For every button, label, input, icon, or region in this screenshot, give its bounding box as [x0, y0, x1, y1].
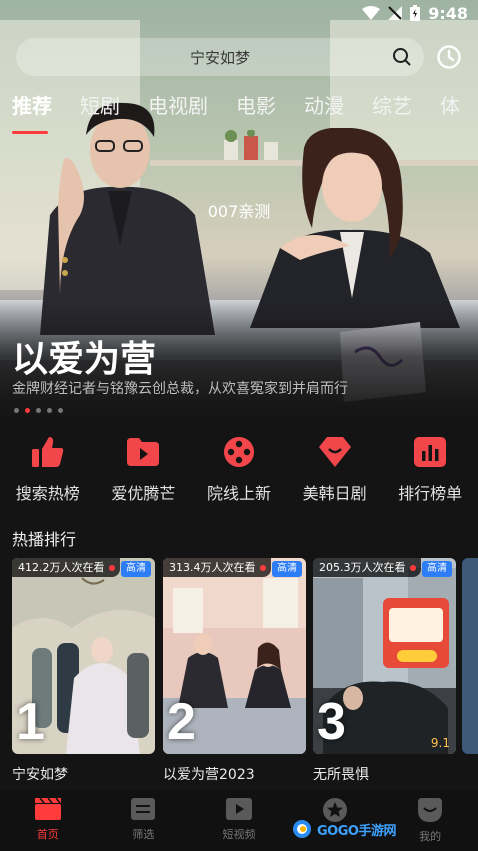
live-dot-icon [259, 564, 266, 571]
search-icon[interactable] [392, 47, 412, 67]
card-title[interactable]: 宁安如梦 [12, 764, 68, 784]
film-reel-icon [223, 436, 255, 468]
viewer-count: 313.4万人次在看 [169, 561, 256, 574]
bottom-nav: 首页 筛选 短视频 我的 [0, 790, 478, 851]
nav-label: 筛选 [132, 828, 155, 841]
carousel-indicator [14, 408, 63, 413]
battery-icon [410, 5, 420, 21]
hero-overlay-text: 007亲测 [207, 202, 271, 221]
hd-badge: 高清 [422, 561, 452, 577]
viewer-count: 412.2万人次在看 [18, 561, 105, 574]
rank-number: 1 [16, 693, 45, 751]
history-icon[interactable] [436, 44, 462, 70]
category-hot-search[interactable]: 搜索热榜 [2, 436, 94, 506]
carousel-dot[interactable] [58, 408, 63, 413]
filter-icon [131, 798, 156, 820]
category-label: 排行榜单 [398, 484, 463, 503]
quick-categories: 搜索热榜 爱优腾芒 院线上新 美韩日剧 排行榜单 [0, 436, 478, 506]
category-foreign-drama[interactable]: 美韩日剧 [289, 436, 381, 506]
tab-movie[interactable]: 电影 [236, 90, 276, 126]
ranking-card[interactable]: 412.2万人次在看 高清 1 [12, 558, 155, 754]
heart-badge-icon [318, 436, 351, 468]
nav-label: 首页 [36, 828, 59, 841]
carousel-dot[interactable] [47, 408, 52, 413]
category-streaming[interactable]: 爱优腾芒 [97, 436, 189, 506]
brand-text: GOGO手游网 [317, 823, 396, 839]
rating-score: 9.1 [430, 736, 450, 750]
gogo-logo-icon [293, 820, 311, 838]
live-dot-icon [108, 564, 115, 571]
hero-subtitle: 金牌财经记者与铭豫云创总裁，从欢喜冤家到并肩而行 [12, 381, 348, 397]
ranking-card[interactable]: 313.4万人次在看 高清 2 [163, 558, 306, 754]
viewer-count-badge: 412.2万人次在看 [12, 558, 120, 577]
search-bar[interactable]: 宁安如梦 [16, 38, 424, 76]
tab-recommend[interactable]: 推荐 [12, 90, 52, 134]
category-cinema[interactable]: 院线上新 [193, 436, 285, 506]
nav-filter[interactable]: 筛选 [96, 790, 192, 851]
viewer-count-badge: 313.4万人次在看 [163, 558, 271, 577]
section-title: 热播排行 [12, 530, 77, 549]
rank-number: 2 [167, 693, 196, 751]
nav-short-video[interactable]: 短视频 [191, 790, 287, 851]
carousel-dot-active[interactable] [25, 408, 30, 413]
tab-short-drama[interactable]: 短剧 [80, 90, 120, 126]
live-dot-icon [409, 564, 416, 571]
viewer-count: 205.3万人次在看 [319, 561, 406, 574]
play-folder-icon [127, 436, 160, 468]
ranking-card-peek[interactable] [462, 558, 478, 754]
hero-title[interactable]: 以爱为营 [12, 330, 156, 382]
category-label: 爱优腾芒 [111, 484, 176, 503]
category-tabs: 推荐 短剧 电视剧 电影 动漫 综艺 体 [12, 90, 478, 134]
category-label: 院线上新 [206, 484, 271, 503]
hd-badge: 高清 [121, 561, 151, 577]
carousel-dot[interactable] [14, 408, 19, 413]
category-label: 搜索热榜 [15, 484, 80, 503]
tab-sports[interactable]: 体 [440, 90, 460, 126]
user-icon [418, 798, 443, 822]
tab-anime[interactable]: 动漫 [304, 90, 344, 126]
card-title[interactable]: 无所畏惧 [313, 764, 369, 784]
clapperboard-icon [34, 798, 61, 820]
card-title[interactable]: 以爱为营2023 [163, 764, 255, 784]
nav-profile[interactable]: 我的 [382, 790, 478, 851]
tab-variety[interactable]: 综艺 [372, 90, 412, 126]
wifi-icon [362, 6, 380, 20]
ranking-card[interactable]: 205.3万人次在看 高清 3 9.1 [313, 558, 456, 754]
category-rankings[interactable]: 排行榜单 [384, 436, 476, 506]
search-placeholder: 宁安如梦 [189, 49, 250, 67]
status-time: 9:48 [428, 4, 468, 23]
carousel-dot[interactable] [36, 408, 41, 413]
hd-badge: 高清 [272, 561, 302, 577]
viewer-count-badge: 205.3万人次在看 [313, 558, 421, 577]
nav-home[interactable]: 首页 [0, 790, 96, 851]
nav-label: 我的 [419, 830, 442, 843]
rank-number: 3 [317, 693, 346, 751]
video-icon [225, 798, 252, 820]
bar-chart-icon [414, 436, 447, 468]
status-bar: 9:48 [0, 0, 478, 28]
thumbs-up-icon [31, 436, 64, 468]
category-label: 美韩日剧 [302, 484, 367, 503]
status-icons [362, 5, 420, 21]
tab-tv-series[interactable]: 电视剧 [148, 90, 208, 126]
brand-watermark: GOGO手游网 [292, 818, 396, 840]
signal-icon [388, 6, 402, 20]
nav-label: 短视频 [222, 828, 256, 841]
